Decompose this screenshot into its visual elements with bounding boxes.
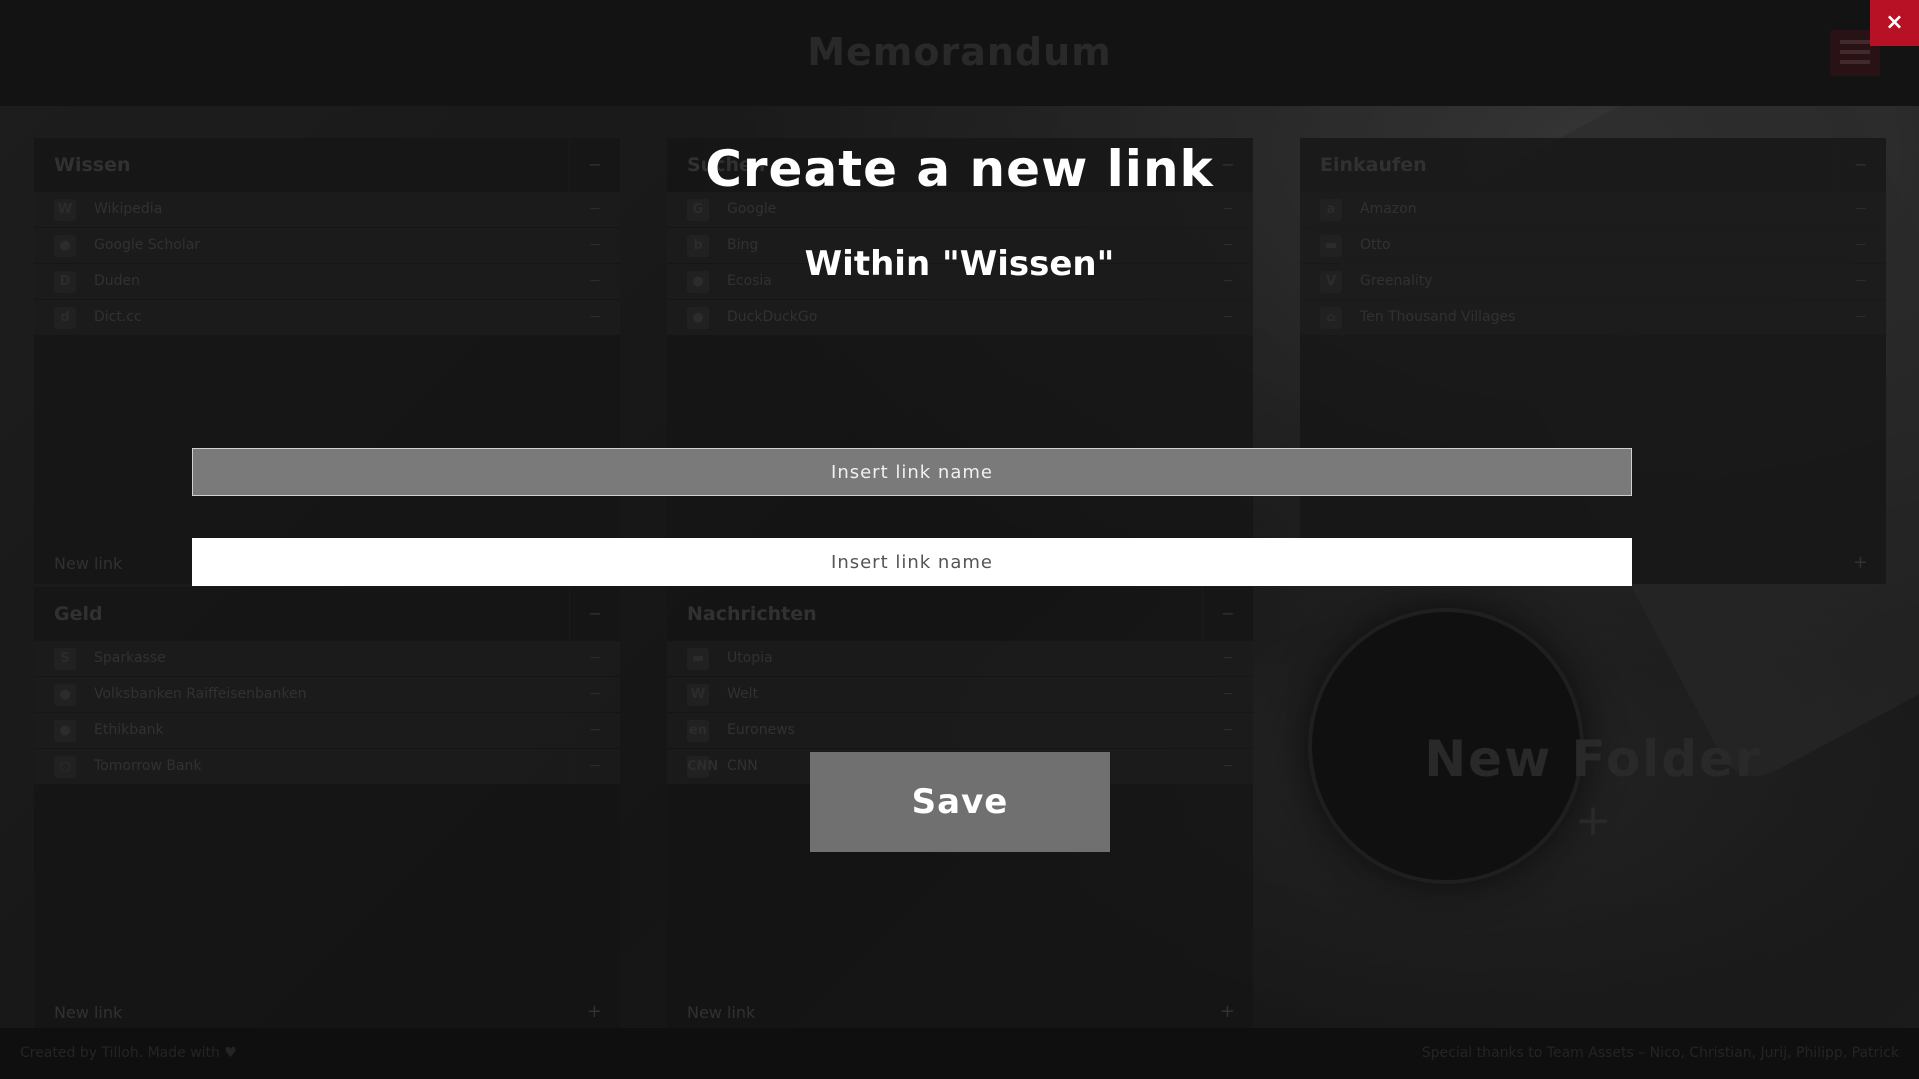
modal-subtitle: Within "Wissen" — [804, 244, 1115, 284]
modal-title: Create a new link — [705, 140, 1214, 198]
close-icon[interactable]: × — [1870, 0, 1919, 46]
link-name-input[interactable] — [192, 448, 1632, 496]
link-url-input[interactable] — [192, 538, 1632, 586]
save-button[interactable]: Save — [810, 752, 1110, 852]
